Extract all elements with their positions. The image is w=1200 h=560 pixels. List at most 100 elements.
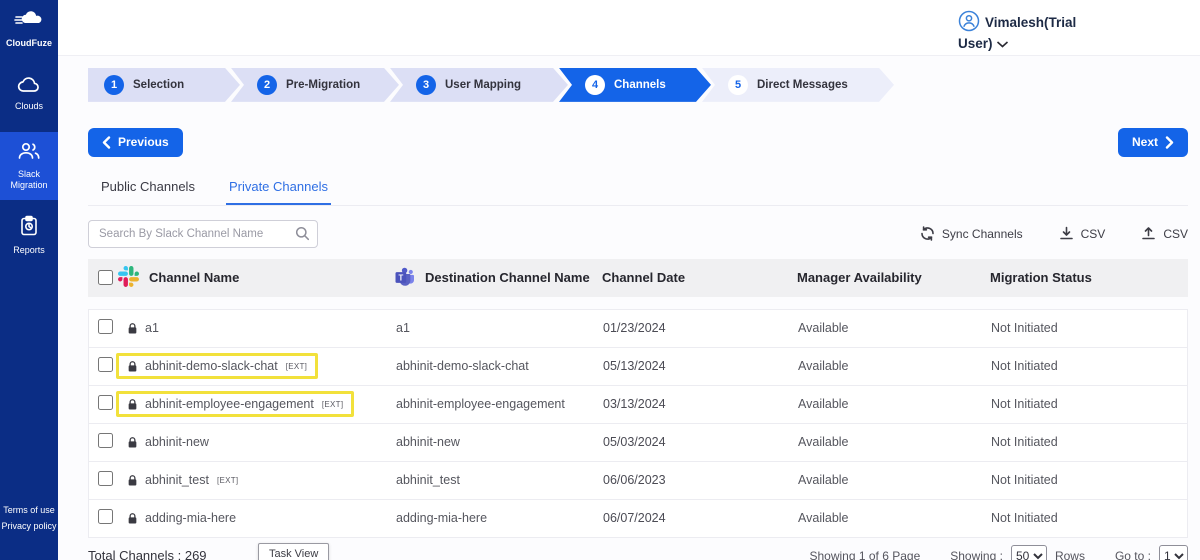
slack-icon — [118, 265, 139, 290]
sidebar-item-reports[interactable]: Reports — [0, 206, 58, 265]
user-avatar-icon — [958, 10, 980, 32]
table-footer: Total Channels : 269 Showing 1 of 6 Page… — [88, 544, 1188, 560]
step-number: 5 — [728, 75, 748, 95]
lock-icon — [128, 512, 137, 524]
main-area: Vimalesh(Trial User) 1 Selection 2 Pre-Migr… — [58, 0, 1200, 560]
previous-button[interactable]: Previous — [88, 127, 183, 157]
select-all-checkbox[interactable] — [98, 270, 113, 286]
manager-availability: Available — [798, 435, 849, 450]
showing-label: Showing : — [950, 548, 1003, 560]
goto-label: Go to : — [1114, 548, 1151, 560]
row-checkbox[interactable] — [98, 471, 113, 487]
sidebar-footer-links: Terms of use Privacy policy — [0, 503, 58, 534]
channel-tabs: Public Channels Private Channels — [88, 172, 1188, 206]
cloudfuze-logo-icon — [14, 10, 44, 35]
sidebar-item-slack-migration[interactable]: Slack Migration — [0, 131, 58, 200]
search-input[interactable] — [88, 219, 318, 248]
chevron-left-icon — [102, 136, 111, 149]
step-label: Selection — [133, 78, 185, 91]
manager-availability: Available — [798, 359, 849, 374]
col-destination-channel-name: Destination Channel Name — [425, 270, 590, 286]
table-row: a1 a1 01/23/2024 Available Not Initiated — [89, 309, 1187, 348]
step-label: Pre-Migration — [286, 78, 361, 91]
destination-channel-name: abhinit-demo-slack-chat — [396, 359, 529, 374]
stepper-step-selection[interactable]: 1 Selection — [88, 68, 240, 102]
step-number: 1 — [104, 75, 124, 95]
stepper-step-channels[interactable]: 4 Channels — [559, 68, 711, 102]
terms-of-use-link[interactable]: Terms of use — [0, 503, 58, 518]
migration-status: Not Initiated — [991, 511, 1058, 526]
csv-download-button[interactable]: CSV — [1059, 226, 1105, 241]
user-menu[interactable]: Vimalesh(Trial User) — [958, 10, 1080, 55]
destination-channel-name: abhinit-new — [396, 435, 460, 450]
migration-status: Not Initiated — [991, 359, 1058, 374]
table-row: abhinit-demo-slack-chat [EXT] abhinit-demo… — [89, 347, 1187, 386]
table-header: Channel Name T Destination Channel Name … — [88, 258, 1188, 297]
cloudfuze-logo[interactable]: CloudFuze — [0, 0, 58, 55]
destination-channel-name: adding-mia-here — [396, 511, 488, 526]
channel-name-text: abhinit-new — [145, 435, 209, 450]
rows-label: Rows — [1054, 548, 1085, 560]
sidebar-item-label: Clouds — [14, 101, 43, 112]
migration-status: Not Initiated — [991, 473, 1058, 488]
sidebar: CloudFuze Clouds Slack Migration Reports… — [0, 0, 58, 560]
wizard-stepper: 1 Selection 2 Pre-Migration 3 User Mapping 4 Ch… — [88, 68, 1188, 102]
page-info: Showing 1 of 6 Page — [809, 548, 921, 560]
table-body: a1 a1 01/23/2024 Available Not Initiated abhi… — [88, 308, 1188, 538]
sync-channels-button[interactable]: Sync Channels — [920, 226, 1023, 242]
csv-upload-button[interactable]: CSV — [1141, 226, 1188, 241]
table-toolbar: Sync Channels CSV CSV — [88, 219, 1188, 248]
lock-icon — [128, 398, 137, 410]
pagination: Showing 1 of 6 Page Showing : 50 Rows Go… — [809, 544, 1188, 560]
tab-private-channels[interactable]: Private Channels — [225, 172, 331, 205]
lock-icon — [128, 322, 137, 334]
rows-per-page-select[interactable]: 50 — [1010, 544, 1047, 560]
top-header: Vimalesh(Trial User) — [58, 0, 1200, 56]
row-checkbox[interactable] — [98, 509, 113, 525]
sidebar-item-label: Slack Migration — [10, 168, 48, 190]
table-row: abhinit-new abhinit-new 05/03/2024 Availabl… — [89, 423, 1187, 462]
ext-tag: [EXT] — [285, 361, 308, 371]
table-row: adding-mia-here adding-mia-here 06/07/2024… — [89, 499, 1187, 538]
migration-status: Not Initiated — [991, 321, 1058, 336]
table-row: abhinit-employee-engagement [EXT] abhinit-… — [89, 385, 1187, 424]
search-icon[interactable] — [295, 226, 310, 246]
channel-name-text: adding-mia-here — [145, 511, 237, 526]
row-checkbox[interactable] — [98, 357, 113, 373]
tab-public-channels[interactable]: Public Channels — [98, 172, 198, 205]
next-button[interactable]: Next — [1117, 127, 1188, 157]
row-checkbox[interactable] — [98, 319, 113, 335]
col-channel-name: Channel Name — [149, 270, 240, 286]
task-view-tooltip[interactable]: Task View — [258, 543, 330, 560]
stepper-step-pre-migration[interactable]: 2 Pre-Migration — [231, 68, 399, 102]
migration-status: Not Initiated — [991, 435, 1058, 450]
step-label: Channels — [614, 78, 666, 91]
row-checkbox[interactable] — [98, 395, 113, 411]
channel-date: 06/06/2023 — [603, 473, 666, 488]
destination-channel-name: a1 — [396, 321, 410, 336]
content: 1 Selection 2 Pre-Migration 3 User Mapping 4 Ch… — [58, 56, 1200, 560]
step-number: 2 — [257, 75, 277, 95]
migration-status: Not Initiated — [991, 397, 1058, 412]
destination-channel-name: abhinit_test — [396, 473, 460, 488]
goto-page-select[interactable]: 1 — [1159, 544, 1188, 560]
privacy-policy-link[interactable]: Privacy policy — [0, 519, 58, 534]
stepper-step-user-mapping[interactable]: 3 User Mapping — [390, 68, 568, 102]
channel-date: 06/07/2024 — [603, 511, 666, 526]
row-checkbox[interactable] — [98, 433, 113, 449]
destination-channel-name: abhinit-employee-engagement — [396, 397, 565, 412]
total-channels: Total Channels : 269 — [88, 548, 207, 560]
col-channel-date: Channel Date — [602, 270, 686, 286]
channel-name-text: a1 — [145, 321, 159, 336]
cloud-icon — [17, 76, 41, 98]
cloudfuze-logo-label: CloudFuze — [6, 38, 52, 48]
sidebar-item-clouds[interactable]: Clouds — [0, 67, 58, 121]
table-row: abhinit_test [EXT] abhinit_test 06/06/2023 A… — [89, 461, 1187, 500]
channel-name-highlighted: abhinit-employee-engagement [EXT] — [116, 391, 355, 418]
channel-date: 03/13/2024 — [603, 397, 666, 412]
stepper-step-direct-messages[interactable]: 5 Direct Messages — [702, 68, 894, 102]
channel-name: abhinit-new — [116, 429, 220, 455]
teams-icon: T — [395, 267, 415, 289]
channel-name-text: abhinit-employee-engagement — [145, 397, 314, 412]
previous-button-label: Previous — [118, 135, 169, 150]
